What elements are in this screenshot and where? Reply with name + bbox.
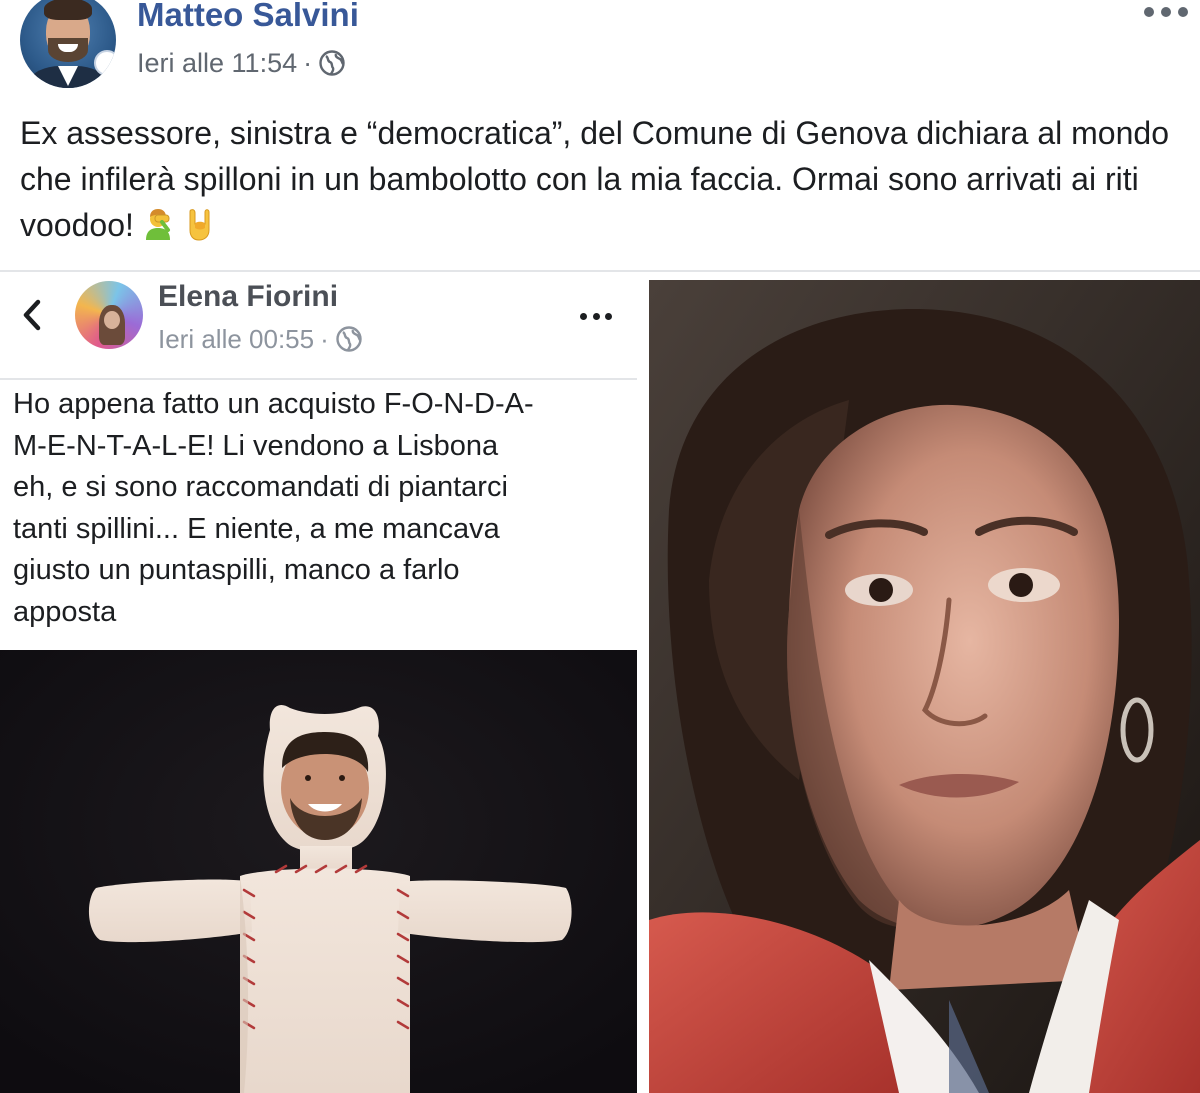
shared-post-meta: Ieri alle 00:55 ·	[158, 322, 363, 356]
author-name-link[interactable]: Matteo Salvini	[137, 0, 359, 34]
sign-of-the-horns-emoji-icon	[182, 206, 218, 254]
author-avatar[interactable]	[20, 0, 116, 88]
voodoo-doll-photo[interactable]	[0, 650, 637, 1093]
shared-post-divider	[0, 378, 637, 380]
facebook-post: Matteo Salvini Ieri alle 11:54 · Ex asse…	[0, 0, 1200, 1093]
globe-icon[interactable]	[318, 49, 346, 77]
more-dot	[580, 312, 587, 320]
post-options-button[interactable]	[1144, 0, 1188, 24]
post-text: Ex assessore, sinistra e “democratica”, …	[20, 110, 1185, 254]
more-dot	[1144, 7, 1154, 17]
post-header: Matteo Salvini Ieri alle 11:54 ·	[0, 0, 1200, 100]
shared-post-timestamp[interactable]: Ieri alle 00:55	[158, 324, 314, 355]
shared-author-name[interactable]: Elena Fiorini	[158, 280, 338, 314]
shared-post-options-button[interactable]	[580, 309, 612, 323]
more-dot	[1178, 7, 1188, 17]
woman-portrait-image	[649, 280, 1200, 1093]
more-dot	[605, 312, 612, 320]
more-dot	[592, 312, 600, 320]
post-meta: Ieri alle 11:54 ·	[137, 46, 346, 80]
meta-separator: ·	[303, 47, 313, 78]
chevron-left-icon[interactable]	[18, 298, 46, 332]
man-facepalming-emoji-icon	[140, 206, 176, 254]
shared-post-text: Ho appena fatto un acquisto F-O-N-D-A- M…	[13, 388, 534, 628]
globe-icon[interactable]	[335, 325, 363, 353]
more-dot	[1161, 7, 1171, 17]
doll-image	[0, 650, 637, 1093]
post-timestamp[interactable]: Ieri alle 11:54	[137, 48, 297, 79]
shared-post-screenshot[interactable]: Elena Fiorini Ieri alle 00:55 · Ho appen…	[0, 272, 637, 1093]
meta-separator: ·	[320, 323, 329, 354]
shared-author-avatar[interactable]	[75, 281, 143, 349]
portrait-photo[interactable]	[649, 280, 1200, 1093]
avatar-badge-icon	[94, 50, 116, 76]
